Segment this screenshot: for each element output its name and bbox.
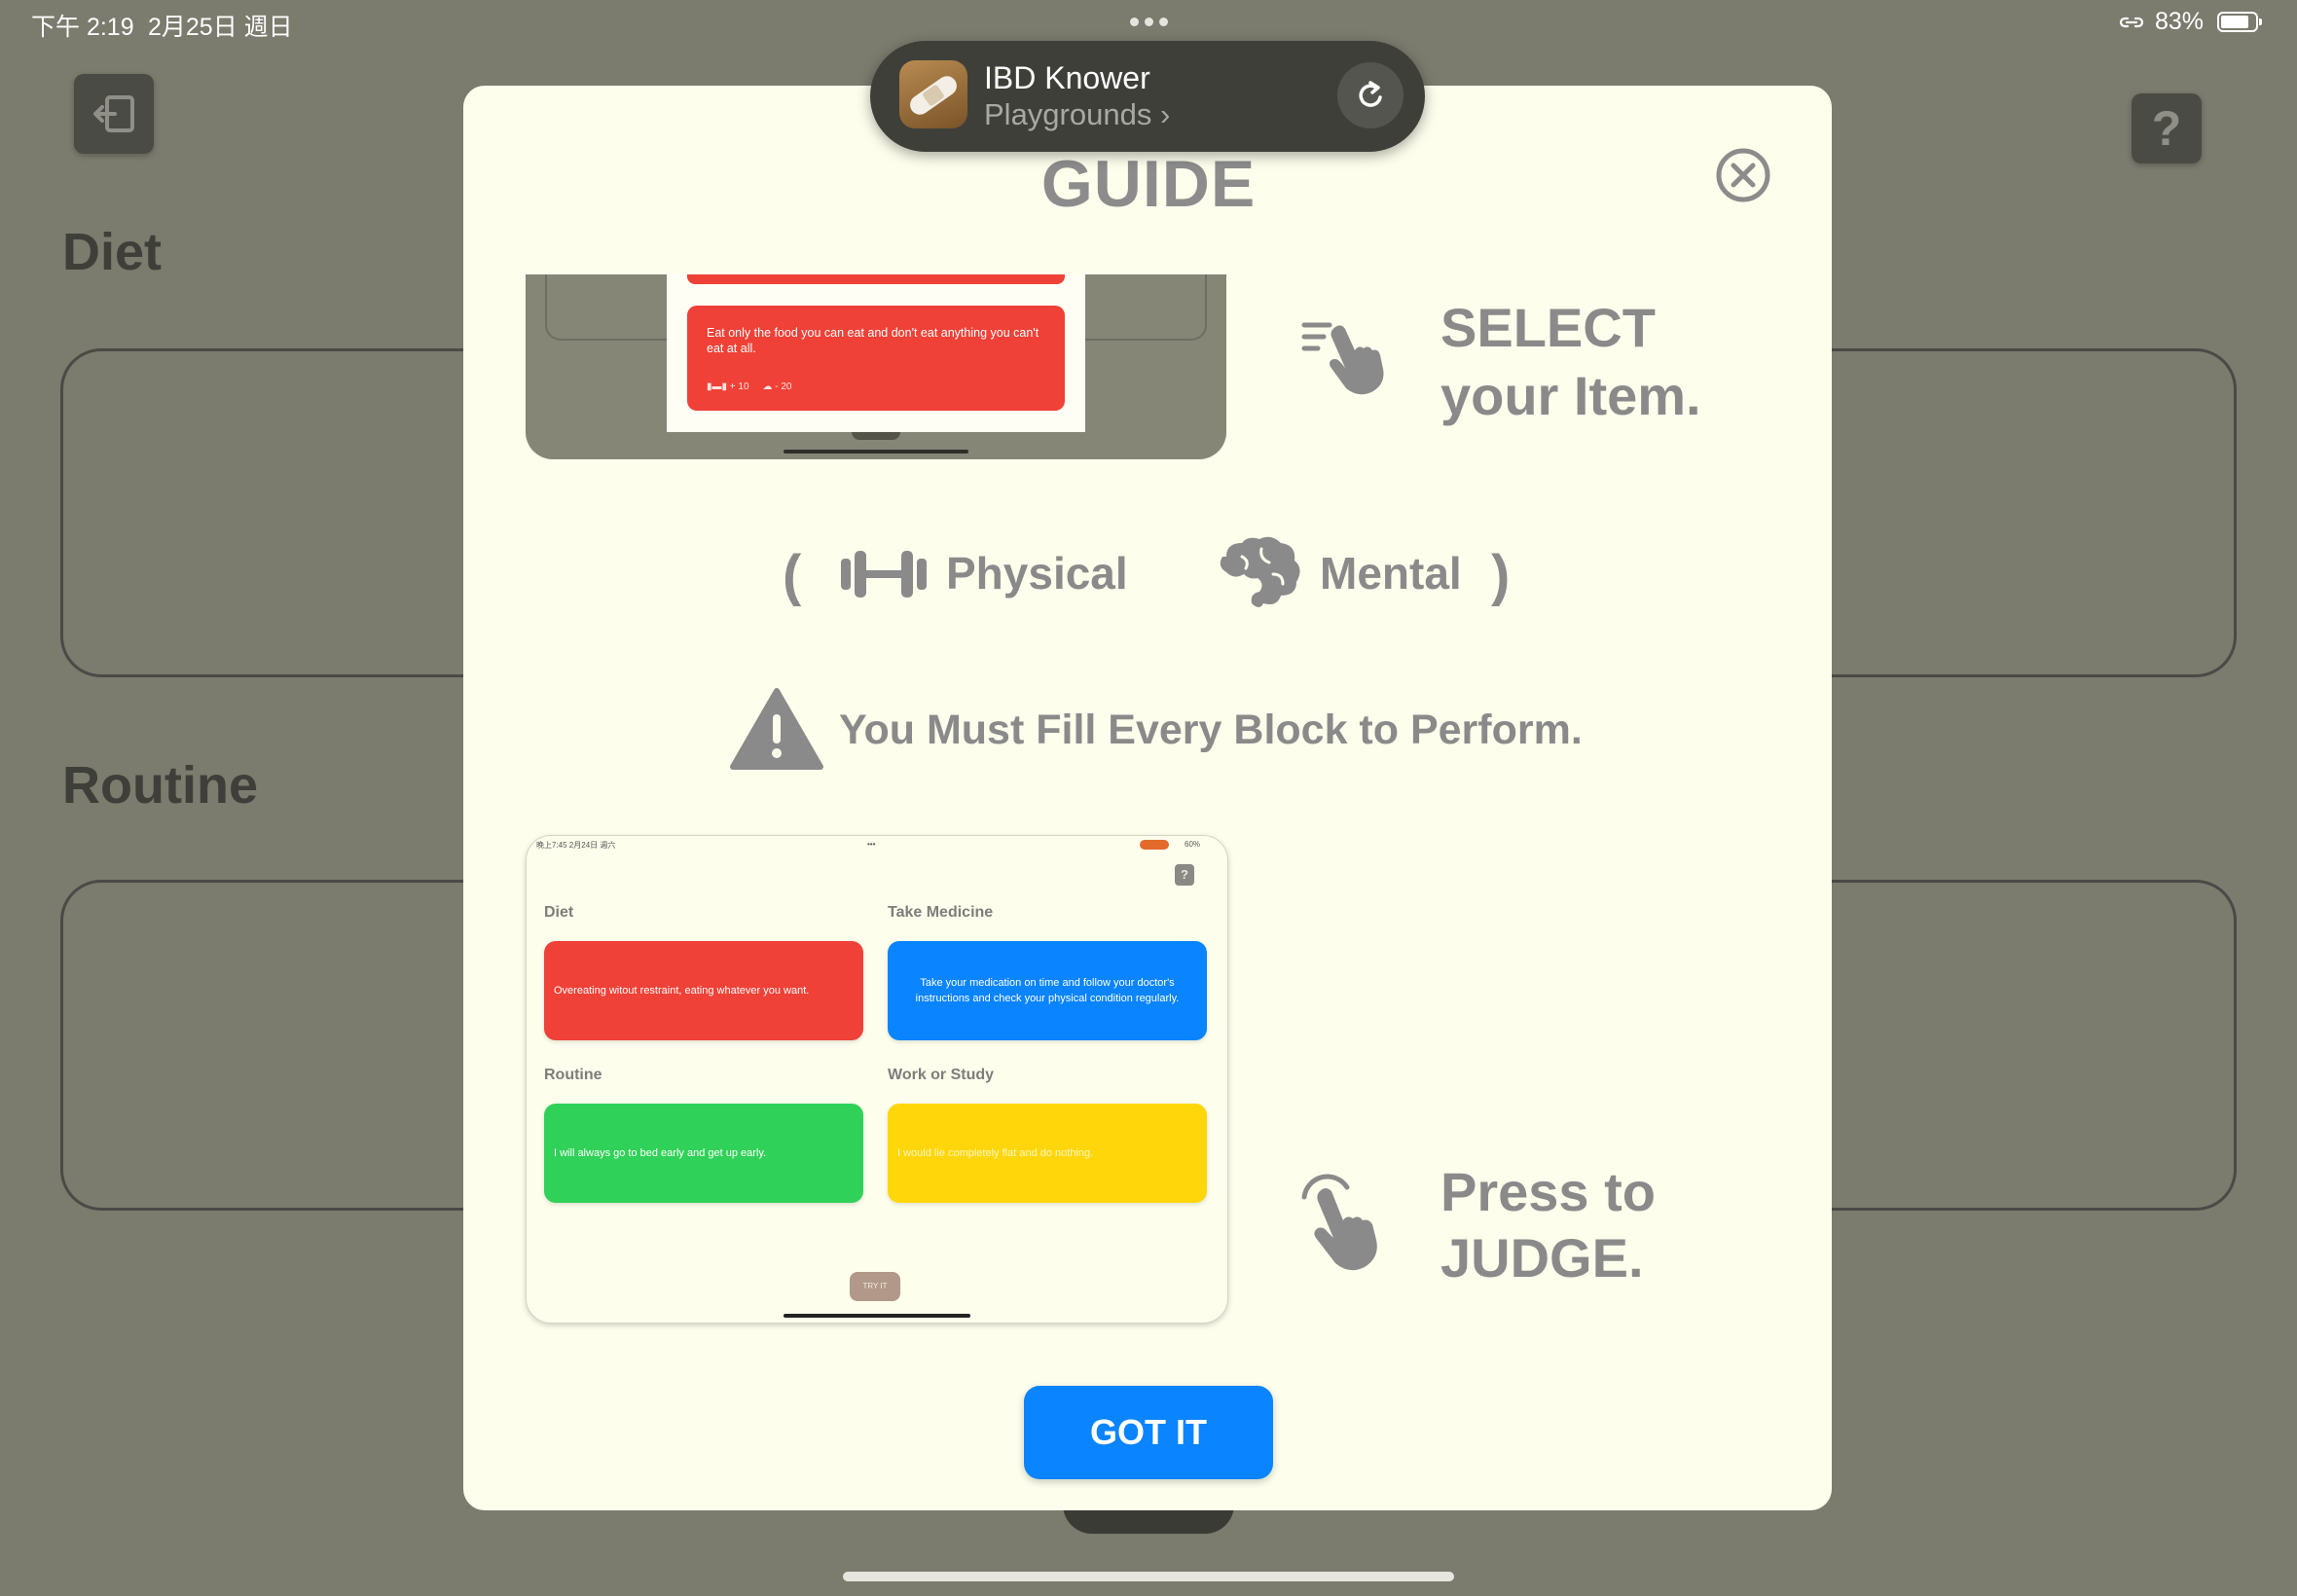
brain-icon bbox=[1220, 536, 1300, 607]
select-preview-image: Eat only the food you can eat and don't … bbox=[526, 274, 1226, 459]
got-it-button[interactable]: GOT IT bbox=[1024, 1386, 1273, 1479]
preview-routine-label: Routine bbox=[544, 1067, 602, 1083]
preview-status-left: 晚上7:45 2月24日 週六 bbox=[536, 841, 616, 850]
chevron-right-icon: › bbox=[1159, 97, 1171, 131]
banner-subtitle[interactable]: Playgrounds › bbox=[984, 97, 1170, 132]
reload-button[interactable] bbox=[1337, 62, 1404, 128]
preview-medicine-card: Take your medication on time and follow … bbox=[888, 941, 1207, 1040]
banner-app-name: IBD Knower bbox=[984, 60, 1150, 95]
status-date: 2月25日 週日 bbox=[148, 14, 293, 41]
preview-item-text: Eat only the food you can eat and don't … bbox=[707, 326, 1039, 355]
legend-physical: Physical bbox=[946, 548, 1128, 598]
preview-item-card: Eat only the food you can eat and don't … bbox=[687, 306, 1065, 411]
bandage-icon bbox=[910, 76, 957, 115]
preview-routine-card: I will always go to bed early and get up… bbox=[544, 1104, 863, 1203]
battery-icon bbox=[2217, 12, 2262, 32]
preview-help-button: ? bbox=[1175, 864, 1194, 886]
legend-open-paren: ( bbox=[783, 544, 802, 607]
preview-work-label: Work or Study bbox=[888, 1067, 995, 1083]
multitasking-dots[interactable] bbox=[1127, 14, 1172, 27]
step-select-line1: SELECT bbox=[1440, 297, 1656, 358]
app-banner[interactable]: IBD Knower Playgrounds › bbox=[870, 41, 1425, 152]
preview-work-card: I would lie completely flat and do nothi… bbox=[888, 1104, 1207, 1203]
dumbbell-icon bbox=[841, 551, 927, 598]
reload-icon bbox=[1359, 81, 1382, 107]
guide-title: GUIDE bbox=[1040, 147, 1257, 221]
routine-section-label: Routine bbox=[62, 756, 258, 815]
battery-percent: 83% bbox=[2155, 8, 2205, 35]
legend-close-paren: ) bbox=[1491, 544, 1511, 607]
step-select-line2: your Item. bbox=[1440, 365, 1701, 426]
preview-try-it-button: TRY IT bbox=[850, 1272, 900, 1301]
preview-physical-score: + 10 bbox=[729, 381, 749, 392]
home-indicator[interactable] bbox=[843, 1572, 1454, 1581]
hand-tap-icon bbox=[1301, 1174, 1377, 1271]
preview-diet-card: Overeating witout restraint, eating what… bbox=[544, 941, 863, 1040]
preview-status-dots: ••• bbox=[867, 840, 876, 849]
warning-text: You Must Fill Every Block to Perform. bbox=[839, 707, 1583, 753]
hand-swipe-icon bbox=[1301, 322, 1384, 395]
exit-icon bbox=[93, 95, 134, 132]
preview-mental-score: - 20 bbox=[775, 381, 792, 392]
step-judge-line1: Press to bbox=[1440, 1161, 1656, 1222]
status-time: 下午 2:19 bbox=[31, 14, 134, 41]
exit-button[interactable] bbox=[74, 74, 154, 154]
link-icon bbox=[2119, 17, 2144, 28]
dumbbell-icon: ▮▬▮ bbox=[707, 381, 728, 392]
app-icon bbox=[899, 60, 967, 128]
preview-status-right: 60% bbox=[1185, 840, 1201, 849]
preview-diet-label: Diet bbox=[544, 904, 574, 921]
legend-mental: Mental bbox=[1320, 548, 1462, 598]
banner-subtitle-text: Playgrounds bbox=[984, 97, 1152, 131]
warning-icon bbox=[730, 688, 823, 770]
preview-medicine-label: Take Medicine bbox=[888, 904, 994, 921]
diet-section-label: Diet bbox=[62, 223, 163, 281]
judge-preview-image: 晚上7:45 2月24日 週六 ••• 60% ? Diet Take Medi… bbox=[526, 835, 1228, 1324]
close-circle-icon[interactable] bbox=[1715, 147, 1771, 203]
brain-icon: ☁ bbox=[762, 381, 773, 392]
step-judge-line2: JUDGE. bbox=[1440, 1227, 1644, 1288]
